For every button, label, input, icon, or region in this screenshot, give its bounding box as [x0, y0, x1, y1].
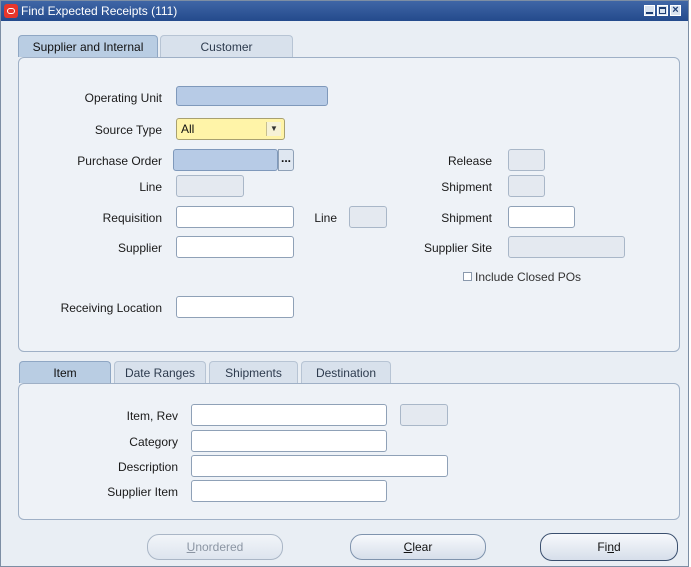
revision-field[interactable]	[400, 404, 448, 426]
supplier-item-label: Supplier Item	[107, 485, 178, 499]
supplier-site-field[interactable]	[508, 236, 625, 258]
supplier-site-label: Supplier Site	[423, 241, 492, 255]
maximize-icon[interactable]	[657, 5, 668, 16]
req-shipment-field[interactable]	[508, 206, 575, 228]
find-button[interactable]: Find	[540, 533, 678, 561]
close-icon[interactable]: ×	[670, 5, 681, 16]
receiving-location-field[interactable]	[176, 296, 294, 318]
find-expected-receipts-window: Find Expected Receipts (111) × Supplier …	[0, 0, 689, 567]
req-shipment-label: Shipment	[441, 211, 492, 225]
supplier-label: Supplier	[117, 241, 162, 255]
po-shipment-field[interactable]	[508, 175, 545, 197]
unordered-button[interactable]: Unordered	[147, 534, 283, 560]
category-field[interactable]	[191, 430, 387, 452]
clear-label-post: lear	[412, 540, 433, 554]
purchase-order-field[interactable]	[173, 149, 278, 171]
tab-destination[interactable]: Destination	[301, 361, 391, 383]
description-field[interactable]	[191, 455, 448, 477]
item-rev-label: Item, Rev	[126, 409, 178, 423]
unordered-label-post: nordered	[195, 540, 244, 554]
minimize-icon[interactable]	[644, 5, 655, 16]
source-type-label: Source Type	[94, 123, 162, 137]
oracle-icon	[4, 4, 18, 18]
purchase-order-label: Purchase Order	[77, 154, 162, 168]
category-label: Category	[129, 435, 178, 449]
find-label-post: d	[614, 540, 621, 554]
release-field[interactable]	[508, 149, 545, 171]
description-label: Description	[117, 460, 178, 474]
release-label: Release	[447, 154, 492, 168]
window-title: Find Expected Receipts (111)	[21, 4, 178, 18]
tab-item[interactable]: Item	[19, 361, 111, 383]
requisition-field[interactable]	[176, 206, 294, 228]
po-line-label: Line	[139, 180, 162, 194]
receiving-location-label: Receiving Location	[60, 301, 162, 315]
tab-customer[interactable]: Customer	[160, 35, 293, 57]
source-type-value: All	[181, 122, 195, 136]
find-label-pre: Fi	[597, 540, 608, 554]
chevron-down-icon[interactable]: ▼	[266, 122, 281, 136]
item-field[interactable]	[191, 404, 387, 426]
requisition-label: Requisition	[102, 211, 162, 225]
find-label-key: n	[607, 540, 614, 554]
include-closed-pos-checkbox[interactable]	[463, 272, 472, 281]
operating-unit-field[interactable]	[176, 86, 328, 106]
supplier-field[interactable]	[176, 236, 294, 258]
po-shipment-label: Shipment	[441, 180, 492, 194]
operating-unit-label: Operating Unit	[84, 91, 162, 105]
title-bar: Find Expected Receipts (111) ×	[1, 1, 688, 21]
source-type-select[interactable]: All ▼	[176, 118, 285, 140]
tab-shipments[interactable]: Shipments	[209, 361, 298, 383]
tab-supplier-and-internal[interactable]: Supplier and Internal	[18, 35, 158, 57]
include-closed-pos-label: Include Closed POs	[475, 270, 582, 284]
clear-button[interactable]: Clear	[350, 534, 486, 560]
req-line-field[interactable]	[349, 206, 387, 228]
req-line-label: Line	[314, 211, 337, 225]
po-line-field[interactable]	[176, 175, 244, 197]
tab-date-ranges[interactable]: Date Ranges	[114, 361, 206, 383]
supplier-item-field[interactable]	[191, 480, 387, 502]
purchase-order-lov-button[interactable]: ...	[278, 149, 294, 171]
unordered-label-key: U	[186, 540, 196, 554]
